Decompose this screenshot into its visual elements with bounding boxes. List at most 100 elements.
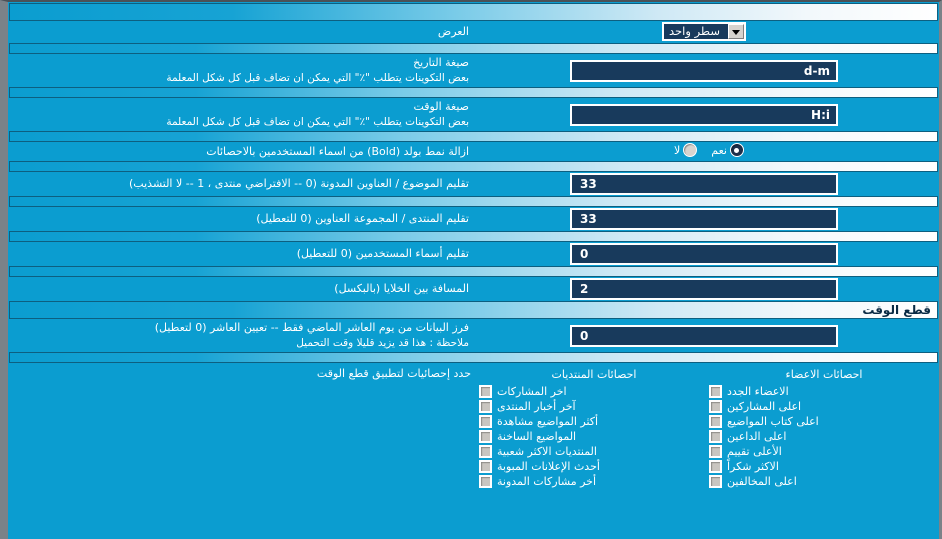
checkbox-label: المواضيع الساخنة (497, 430, 577, 444)
separator-6 (8, 230, 939, 243)
row-display-mode: سطر واحد العرض (8, 22, 939, 42)
remove-bold-radio-group: نعم لا (664, 143, 744, 158)
separator-bar (9, 231, 938, 243)
checkbox-column-members: احصائات الاعضاء الاعضاء الجدد اعلى المشا… (709, 367, 939, 489)
separator-3 (8, 130, 939, 143)
display-mode-select[interactable]: سطر واحد (662, 22, 746, 41)
checkbox-item-hot-threads[interactable]: المواضيع الساخنة (479, 429, 709, 444)
radio-selected-icon[interactable] (729, 143, 744, 158)
checkbox-item-top-rated[interactable]: الأعلى تقييم (709, 444, 939, 459)
remove-bold-label-cell: ازالة نمط بولد (Bold) من اسماء المستخدمي… (8, 143, 469, 161)
row-cutoff-days: فرز البيانات من يوم العاشر الماضي فقط --… (8, 320, 939, 352)
checkbox-label: أخر مشاركات المدونة (497, 475, 597, 489)
section-header-timecut: قطع الوقت (8, 300, 939, 320)
separator-bar (9, 196, 938, 208)
remove-bold-radio-yes[interactable]: نعم (711, 143, 744, 158)
checkbox-label: اعلى المشاركين (727, 400, 802, 414)
section-header-display (8, 2, 939, 22)
separator-bar (9, 161, 938, 173)
time-format-control-cell (469, 99, 939, 131)
time-format-label: صيغة الوقت (413, 100, 469, 114)
checkbox-unchecked-icon[interactable] (709, 445, 722, 459)
checkbox-unchecked-icon[interactable] (709, 460, 722, 474)
time-format-input[interactable] (570, 103, 838, 126)
date-format-input[interactable] (570, 59, 838, 82)
trim-forum-titles-control-cell (469, 208, 939, 231)
row-cell-spacing: المسافة بين الخلايا (بالبكسل) (8, 278, 939, 301)
checkbox-label: آخر أخبار المنتدى (497, 400, 576, 414)
settings-page: سطر واحد العرض صيغة التاريخ بعض الت (0, 0, 942, 539)
remove-bold-radio-no[interactable]: لا (674, 143, 698, 158)
radio-unselected-icon[interactable] (683, 143, 698, 158)
cutoff-stats-label: حدد إحصائيات لتطبيق قطع الوقت (316, 367, 471, 381)
row-trim-thread-titles: تقليم الموضوع / العناوين المدونة (0 -- ا… (8, 173, 939, 196)
checkbox-unchecked-icon[interactable] (479, 460, 492, 474)
separator-bar (9, 352, 938, 364)
trim-forum-titles-label-cell: تقليم المنتدى / المجموعة العناوين (0 للت… (8, 208, 469, 231)
cutoff-days-label-cell: فرز البيانات من يوم العاشر الماضي فقط --… (8, 320, 469, 352)
remove-bold-yes-label: نعم (711, 143, 727, 157)
trim-thread-titles-control-cell (469, 173, 939, 196)
checkbox-label: أحدث الإعلانات المبوبة (497, 460, 600, 474)
checkbox-item-new-members[interactable]: الاعضاء الجدد (709, 384, 939, 399)
cutoff-days-input[interactable] (570, 324, 838, 347)
remove-bold-no-label: لا (674, 143, 681, 157)
checkbox-label: اعلى المخالفين (727, 475, 797, 489)
display-mode-select-wrap: سطر واحد (662, 22, 746, 42)
checkbox-column-forums-header: احصائات المنتديات (551, 368, 637, 382)
display-mode-label: العرض (437, 25, 469, 39)
checkbox-unchecked-icon[interactable] (709, 400, 722, 414)
checkbox-item-top-posters[interactable]: اعلى المشاركين (709, 399, 939, 414)
separator-bar (9, 131, 938, 143)
row-trim-forum-titles: تقليم المنتدى / المجموعة العناوين (0 للت… (8, 208, 939, 231)
checkbox-unchecked-icon[interactable] (709, 415, 722, 429)
date-format-label: صيغة التاريخ (413, 56, 469, 69)
checkbox-item-latest-forum-news[interactable]: آخر أخبار المنتدى (479, 399, 709, 414)
checkbox-item-top-referrers[interactable]: اعلى الداعين (709, 429, 939, 444)
date-format-description: بعض التكوينات يتطلب "٪" التي يمكن ان تضا… (166, 71, 469, 84)
display-mode-select-value: سطر واحد (669, 24, 720, 38)
trim-forum-titles-label: تقليم المنتدى / المجموعة العناوين (0 للت… (256, 212, 469, 226)
section-bar-timecut: قطع الوقت (9, 301, 938, 320)
checkbox-item-latest-posts[interactable]: اخر المشاركات (479, 384, 709, 399)
trim-forum-titles-input[interactable] (570, 208, 838, 231)
cell-spacing-input[interactable] (570, 278, 838, 301)
checkbox-label: المنتديات الاكثر شعبية (497, 445, 597, 459)
checkbox-unchecked-icon[interactable] (479, 445, 492, 459)
separator-1 (8, 42, 939, 55)
cell-spacing-label-cell: المسافة بين الخلايا (بالبكسل) (8, 278, 469, 301)
row-trim-usernames: تقليم أسماء المستخدمين (0 للتعطيل) (8, 243, 939, 266)
checkbox-unchecked-icon[interactable] (479, 475, 492, 489)
date-format-control-cell (469, 55, 939, 87)
checkbox-item-top-offenders[interactable]: اعلى المخالفين (709, 474, 939, 489)
checkbox-item-latest-classifieds[interactable]: أحدث الإعلانات المبوبة (479, 459, 709, 474)
display-mode-label-cell: العرض (8, 22, 469, 42)
checkbox-label: الاكثر شكراً (727, 460, 779, 474)
checkbox-label: اخر المشاركات (497, 385, 567, 399)
checkbox-unchecked-icon[interactable] (479, 415, 492, 429)
separator-bar (9, 43, 938, 54)
checkbox-label: الأعلى تقييم (727, 445, 782, 459)
chevron-down-icon[interactable] (727, 24, 744, 39)
checkbox-item-latest-blog-posts[interactable]: أخر مشاركات المدونة (479, 474, 709, 489)
checkbox-item-most-viewed-threads[interactable]: أكثر المواضيع مشاهدة (479, 414, 709, 429)
checkbox-unchecked-icon[interactable] (479, 385, 492, 399)
checkbox-item-most-thanked[interactable]: الاكثر شكراً (709, 459, 939, 474)
checkbox-unchecked-icon[interactable] (479, 430, 492, 444)
trim-thread-titles-input[interactable] (570, 173, 838, 196)
trim-usernames-input[interactable] (570, 243, 838, 266)
checkbox-item-top-thread-starters[interactable]: اعلى كتاب المواضيع (709, 414, 939, 429)
checkbox-unchecked-icon[interactable] (709, 475, 722, 489)
checkbox-unchecked-icon[interactable] (709, 385, 722, 399)
cutoff-stats-label-wrap: حدد إحصائيات لتطبيق قطع الوقت (8, 367, 479, 380)
checkbox-item-most-popular-forums[interactable]: المنتديات الاكثر شعبية (479, 444, 709, 459)
trim-usernames-label-cell: تقليم أسماء المستخدمين (0 للتعطيل) (8, 243, 469, 266)
checkbox-unchecked-icon[interactable] (479, 400, 492, 414)
checkbox-unchecked-icon[interactable] (709, 430, 722, 444)
settings-table: سطر واحد العرض صيغة التاريخ بعض الت (8, 2, 939, 496)
row-cutoff-stats: احصائات الاعضاء الاعضاء الجدد اعلى المشا… (8, 364, 939, 496)
separator-7 (8, 265, 939, 278)
row-remove-bold: نعم لا ازالة نمط بولد (Bold) من اسماء ال… (8, 143, 939, 161)
cutoff-days-label: فرز البيانات من يوم العاشر الماضي فقط --… (154, 321, 469, 335)
trim-thread-titles-label-cell: تقليم الموضوع / العناوين المدونة (0 -- ا… (8, 173, 469, 196)
